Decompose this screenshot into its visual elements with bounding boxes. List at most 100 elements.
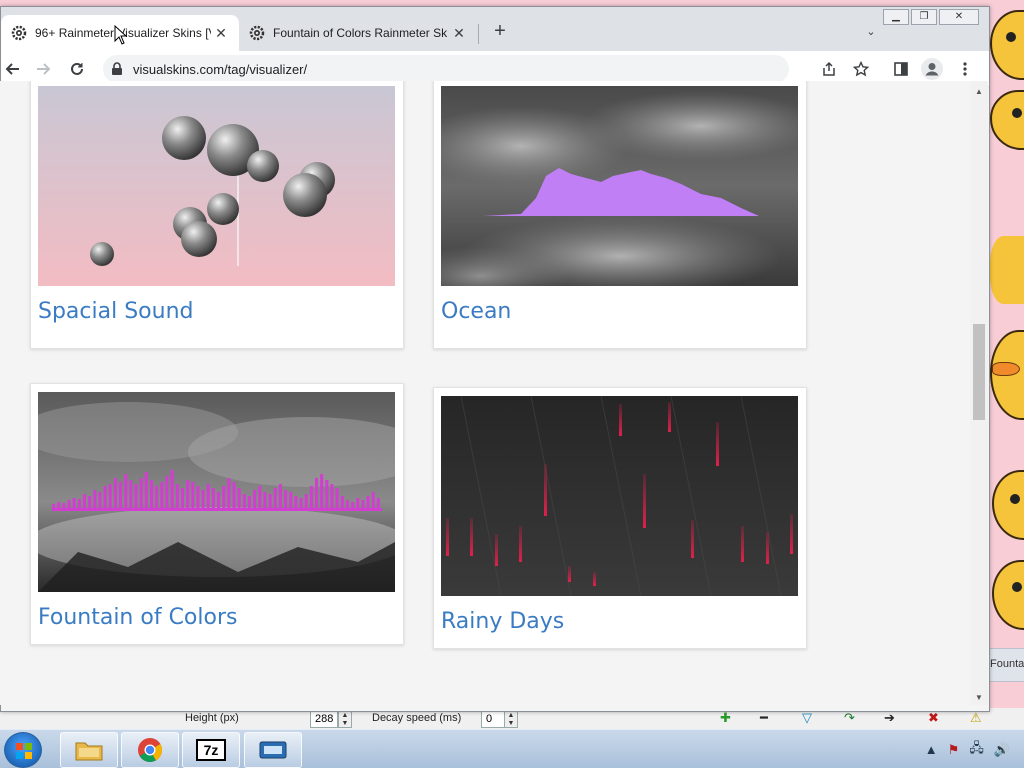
scroll-down-icon[interactable]: ▼ (974, 693, 984, 703)
skin-thumbnail[interactable] (441, 86, 798, 286)
background-window-title-text: Founta (990, 658, 1024, 670)
down-arrow-icon[interactable]: ▽ (802, 710, 812, 726)
visualizer-bar (175, 484, 179, 508)
network-icon[interactable]: 🖧 (969, 739, 984, 761)
redo-arrow-icon[interactable]: ↷ (844, 710, 855, 726)
skin-title-link[interactable]: Fountain of Colors (38, 605, 237, 630)
window-controls: ▁ ❐ ✕ (883, 9, 979, 25)
forward-arrow-icon[interactable]: ➔ (884, 710, 895, 726)
height-input[interactable]: 288 (310, 711, 338, 728)
green-plus-icon[interactable]: ✚ (720, 710, 731, 726)
skin-thumbnail[interactable] (38, 392, 395, 592)
profile-button[interactable] (921, 58, 943, 80)
taskbar-chrome[interactable] (121, 732, 179, 768)
chrome-icon (138, 738, 163, 763)
visualizer-bar (144, 472, 148, 508)
close-tab-icon[interactable]: ✕ (451, 25, 467, 41)
visualizer-bar (62, 503, 66, 508)
tab-fountain-of-colors[interactable]: Fountain of Colors Rainmeter Sk ✕ (239, 15, 477, 51)
visualizer-bar (273, 488, 277, 508)
back-button[interactable] (1, 57, 25, 81)
visualizer-bar (134, 484, 138, 508)
taskbar-rainmeter-app[interactable] (244, 732, 302, 768)
skin-card-ocean[interactable]: Ocean (433, 81, 807, 349)
visualizer-bar (77, 499, 81, 508)
visualizer-bar (150, 480, 154, 508)
kebab-menu-icon (963, 62, 967, 76)
taskbar-7zip[interactable]: 7z (182, 732, 240, 768)
visualizer-bar (345, 500, 349, 508)
minus-icon[interactable]: ━ (760, 710, 768, 726)
duck-wallpaper-decoration (990, 90, 1024, 150)
decay-speed-stepper[interactable]: ▲ ▼ (504, 711, 518, 728)
gear-icon (249, 25, 265, 41)
skin-thumbnail[interactable] (441, 396, 798, 596)
delete-x-icon[interactable]: ✖ (928, 710, 939, 726)
skin-title-link[interactable]: Rainy Days (441, 609, 564, 634)
new-tab-button[interactable]: + (489, 21, 511, 43)
visualizer-bar (98, 492, 102, 508)
side-panel-button[interactable] (889, 57, 913, 81)
skin-card-spacial-sound[interactable]: Spacial Sound (30, 81, 404, 349)
visualizer-bar (242, 494, 246, 508)
warning-icon[interactable]: ⚠ (970, 710, 982, 726)
skin-card-fountain-of-colors[interactable]: Fountain of Colors (30, 383, 404, 645)
visualizer-bar (253, 490, 257, 508)
skin-card-rainy-days[interactable]: Rainy Days (433, 387, 807, 649)
close-tab-icon[interactable]: ✕ (213, 25, 229, 41)
share-button[interactable] (817, 57, 841, 81)
visualizer-bar (211, 488, 215, 508)
visualizer-bar (139, 478, 143, 508)
scroll-up-icon[interactable]: ▲ (974, 87, 984, 97)
page-scrollbar[interactable]: ▲ ▼ (970, 81, 988, 705)
visualizer-bar (263, 492, 267, 508)
7zip-icon: 7z (196, 739, 226, 761)
maximize-button[interactable]: ❐ (911, 9, 937, 25)
chevron-down-icon[interactable]: ⌄ (863, 25, 879, 41)
start-button[interactable] (4, 732, 42, 768)
mouse-cursor-icon (114, 25, 128, 45)
visualizer-bar (155, 486, 159, 508)
tab-separator (478, 24, 479, 44)
visualizer-bar (304, 494, 308, 508)
share-icon (823, 61, 835, 76)
windows-logo-icon (16, 743, 32, 759)
bookmark-button[interactable] (849, 57, 873, 81)
scrollbar-thumb[interactable] (973, 324, 985, 420)
height-stepper[interactable]: ▲ ▼ (338, 711, 352, 728)
back-arrow-icon (5, 63, 19, 75)
browser-menu-button[interactable] (953, 57, 977, 81)
minimize-button[interactable]: ▁ (883, 9, 909, 25)
visualizer-bar (351, 502, 355, 508)
visualizer-bar (206, 484, 210, 508)
skin-thumbnail[interactable] (38, 86, 395, 286)
visualizer-bar (196, 486, 200, 508)
decay-speed-input[interactable]: 0 (481, 711, 505, 728)
visualizer-bar (160, 482, 164, 508)
decay-speed-label: Decay speed (ms) (372, 712, 462, 724)
visualizer-bar (170, 470, 174, 508)
skin-title-link[interactable]: Spacial Sound (38, 299, 193, 324)
visualizer-bar (227, 478, 231, 508)
close-window-button[interactable]: ✕ (939, 9, 979, 25)
height-label: Height (px) (185, 712, 239, 724)
visualizer-bar (186, 480, 190, 508)
forward-arrow-icon (37, 63, 51, 75)
volume-icon[interactable]: 🔊 (994, 742, 1010, 758)
visualizer-bar (309, 486, 313, 508)
visualizer-bar (129, 480, 133, 508)
tray-expand-icon[interactable]: ▲ (925, 742, 938, 757)
visualizer-bar (103, 486, 107, 508)
visualizer-bar (366, 496, 370, 508)
visualizer-bar (340, 496, 344, 508)
forward-button[interactable] (31, 57, 55, 81)
taskbar-file-explorer[interactable] (60, 732, 118, 768)
visualizer-bar (371, 492, 375, 508)
visualizer-bar (268, 494, 272, 508)
duck-wallpaper-decoration (992, 560, 1024, 630)
visualizer-bar (284, 490, 288, 508)
reload-button[interactable] (65, 57, 89, 81)
action-center-icon[interactable]: ⚑ (948, 742, 960, 758)
skin-title-link[interactable]: Ocean (441, 299, 511, 324)
address-bar[interactable]: visualskins.com/tag/visualizer/ (103, 55, 789, 83)
